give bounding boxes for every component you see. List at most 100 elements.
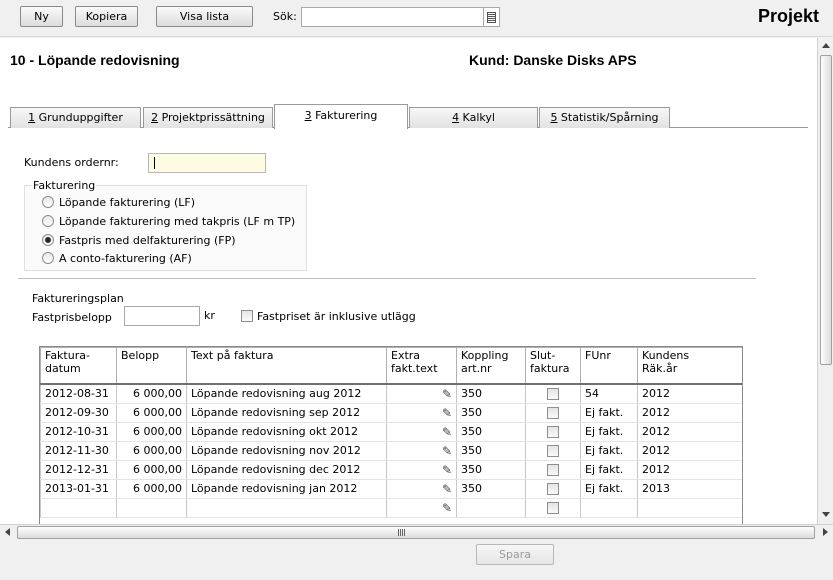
cell-artnr[interactable]: 350: [456, 441, 526, 461]
cell-funr[interactable]: Ej fakt.: [580, 479, 638, 499]
cell-funr[interactable]: Ej fakt.: [580, 403, 638, 423]
col-header-extra[interactable]: Extra fakt.text: [386, 347, 457, 385]
cell-amount[interactable]: 6 000,00: [116, 403, 187, 423]
arrow-up-icon[interactable]: [822, 43, 830, 48]
col-header-text[interactable]: Text på faktura: [186, 347, 387, 385]
tab-grunduppgifter[interactable]: 1 Grunduppgifter: [10, 107, 141, 128]
table-row[interactable]: 2012-12-31 6 000,00 Löpande redovisning …: [40, 460, 742, 480]
show-list-button[interactable]: Visa lista: [156, 6, 253, 27]
cell-funr[interactable]: [580, 498, 638, 518]
cell-text[interactable]: Löpande redovisning sep 2012: [186, 403, 387, 423]
cell-funr[interactable]: Ej fakt.: [580, 460, 638, 480]
cell-text[interactable]: Löpande redovisning nov 2012: [186, 441, 387, 461]
cell-slut[interactable]: [525, 441, 581, 461]
cell-date[interactable]: 2012-10-31: [40, 422, 117, 442]
horizontal-scroll-thumb[interactable]: [17, 526, 815, 539]
table-row[interactable]: ✎: [40, 498, 742, 518]
arrow-left-icon[interactable]: [5, 528, 10, 536]
slutfaktura-checkbox[interactable]: [547, 502, 559, 514]
col-header-date[interactable]: Faktura- datum: [40, 347, 117, 385]
cell-text[interactable]: Löpande redovisning dec 2012: [186, 460, 387, 480]
col-header-slut[interactable]: Slut- faktura: [525, 347, 581, 385]
cell-year[interactable]: 2012: [637, 441, 742, 461]
cell-slut[interactable]: [525, 479, 581, 499]
radio-button[interactable]: [42, 215, 54, 227]
cell-amount[interactable]: 6 000,00: [116, 479, 187, 499]
radio-fp[interactable]: Fastpris med delfakturering (FP): [42, 233, 236, 249]
cell-date[interactable]: [40, 498, 117, 518]
col-header-year[interactable]: Kundens Räk.år: [637, 347, 742, 385]
slutfaktura-checkbox[interactable]: [547, 464, 559, 476]
cell-extra[interactable]: ✎: [386, 479, 457, 499]
cell-artnr[interactable]: 350: [456, 422, 526, 442]
pencil-icon[interactable]: ✎: [442, 423, 452, 441]
search-input[interactable]: [301, 7, 483, 27]
cell-year[interactable]: 2012: [637, 422, 742, 442]
search-list-button[interactable]: [483, 7, 500, 27]
cell-artnr[interactable]: 350: [456, 403, 526, 423]
cell-text[interactable]: Löpande redovisning aug 2012: [186, 383, 387, 404]
slutfaktura-checkbox[interactable]: [547, 407, 559, 419]
ordernr-input[interactable]: [148, 153, 266, 173]
col-header-funr[interactable]: FUnr: [580, 347, 638, 385]
pencil-icon[interactable]: ✎: [442, 385, 452, 403]
slutfaktura-checkbox[interactable]: [547, 483, 559, 495]
cell-artnr[interactable]: 350: [456, 479, 526, 499]
cell-slut[interactable]: [525, 498, 581, 518]
arrow-right-icon[interactable]: [823, 528, 828, 536]
cell-funr[interactable]: Ej fakt.: [580, 441, 638, 461]
col-header-amount[interactable]: Belopp: [116, 347, 187, 385]
pencil-icon[interactable]: ✎: [442, 499, 452, 517]
cell-artnr[interactable]: [456, 498, 526, 518]
cell-date[interactable]: 2012-09-30: [40, 403, 117, 423]
tab-projektprissattning[interactable]: 2 Projektprissättning: [143, 107, 273, 128]
radio-button[interactable]: [42, 252, 54, 264]
arrow-down-icon[interactable]: [822, 512, 830, 517]
cell-extra[interactable]: ✎: [386, 422, 457, 442]
table-row[interactable]: 2012-10-31 6 000,00 Löpande redovisning …: [40, 422, 742, 442]
cell-date[interactable]: 2012-08-31: [40, 383, 117, 404]
cell-extra[interactable]: ✎: [386, 498, 457, 518]
cell-amount[interactable]: [116, 498, 187, 518]
cell-slut[interactable]: [525, 460, 581, 480]
cell-text[interactable]: Löpande redovisning jan 2012: [186, 479, 387, 499]
cell-amount[interactable]: 6 000,00: [116, 422, 187, 442]
radio-lf[interactable]: Löpande fakturering (LF): [42, 195, 195, 211]
pencil-icon[interactable]: ✎: [442, 404, 452, 422]
cell-slut[interactable]: [525, 383, 581, 404]
cell-date[interactable]: 2012-11-30: [40, 441, 117, 461]
table-row[interactable]: 2012-09-30 6 000,00 Löpande redovisning …: [40, 403, 742, 423]
vertical-scroll-thumb[interactable]: [820, 55, 832, 365]
table-row[interactable]: 2012-08-31 6 000,00 Löpande redovisning …: [40, 383, 742, 404]
cell-extra[interactable]: ✎: [386, 441, 457, 461]
table-row[interactable]: 2012-11-30 6 000,00 Löpande redovisning …: [40, 441, 742, 461]
pencil-icon[interactable]: ✎: [442, 461, 452, 479]
fastpris-input[interactable]: [124, 306, 200, 326]
cell-year[interactable]: 2012: [637, 403, 742, 423]
cell-date[interactable]: 2012-12-31: [40, 460, 117, 480]
cell-funr[interactable]: 54: [580, 383, 638, 404]
tab-kalkyl[interactable]: 4 Kalkyl: [409, 107, 538, 128]
cell-year[interactable]: 2013: [637, 479, 742, 499]
pencil-icon[interactable]: ✎: [442, 442, 452, 460]
tab-fakturering[interactable]: 3 Fakturering: [274, 104, 408, 129]
cell-amount[interactable]: 6 000,00: [116, 460, 187, 480]
save-button[interactable]: Spara: [476, 544, 554, 565]
cell-year[interactable]: 2012: [637, 383, 742, 404]
slutfaktura-checkbox[interactable]: [547, 388, 559, 400]
cell-extra[interactable]: ✎: [386, 403, 457, 423]
inclusive-checkbox[interactable]: [241, 310, 253, 322]
cell-extra[interactable]: ✎: [386, 460, 457, 480]
col-header-artnr[interactable]: Koppling art.nr: [456, 347, 526, 385]
cell-amount[interactable]: 6 000,00: [116, 441, 187, 461]
cell-year[interactable]: [637, 498, 742, 518]
tab-statistik[interactable]: 5 Statistik/Spårning: [539, 107, 670, 128]
cell-slut[interactable]: [525, 422, 581, 442]
cell-amount[interactable]: 6 000,00: [116, 383, 187, 404]
cell-text[interactable]: [186, 498, 387, 518]
vertical-scrollbar[interactable]: [817, 38, 833, 524]
radio-button[interactable]: [42, 196, 54, 208]
new-button[interactable]: Ny: [20, 6, 63, 27]
radio-button[interactable]: [42, 234, 54, 246]
pencil-icon[interactable]: ✎: [442, 480, 452, 498]
